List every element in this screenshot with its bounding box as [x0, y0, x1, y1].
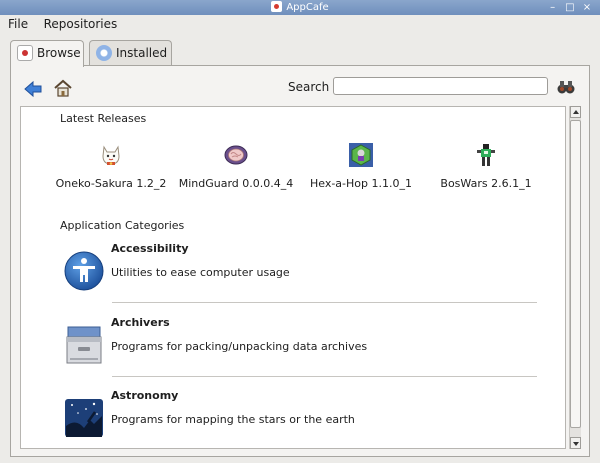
category-name: Archivers — [111, 316, 170, 329]
tab-browse[interactable]: Browse — [10, 40, 84, 67]
release-name: MindGuard 0.0.0.4_4 — [178, 177, 294, 190]
category-description: Programs for mapping the stars or the ea… — [111, 413, 355, 426]
archive-icon — [64, 325, 104, 365]
category-description: Utilities to ease computer usage — [111, 266, 290, 279]
back-arrow-icon — [24, 80, 42, 98]
category-archivers[interactable]: Archivers Programs for packing/unpacking… — [64, 316, 544, 376]
title-bar[interactable]: AppCafe – □ × — [0, 0, 600, 15]
vertical-scrollbar[interactable] — [569, 106, 581, 449]
menu-file[interactable]: File — [0, 15, 32, 33]
release-item-mindguard[interactable]: MindGuard 0.0.0.4_4 — [171, 142, 301, 190]
search-label: Search — [288, 80, 330, 94]
release-item-boswars[interactable]: BosWars 2.6.1_1 — [421, 142, 551, 190]
scroll-up-button[interactable] — [570, 106, 581, 118]
appcafe-window: AppCafe – □ × File Repositories Browse I… — [0, 0, 600, 463]
search-button[interactable] — [556, 78, 576, 96]
browse-panel: Search Latest Releases Oneko-Sakura 1.2_… — [10, 65, 590, 457]
content-area: Latest Releases Oneko-Sakura 1.2_2 MindG… — [20, 106, 566, 449]
browse-icon — [17, 45, 33, 61]
menu-repositories[interactable]: Repositories — [36, 15, 122, 33]
close-button[interactable]: × — [580, 0, 594, 15]
brain-icon — [223, 142, 249, 168]
maximize-button[interactable]: □ — [563, 0, 577, 15]
release-item-oneko-sakura[interactable]: Oneko-Sakura 1.2_2 — [46, 142, 176, 190]
category-name: Astronomy — [111, 389, 179, 402]
latest-releases-title: Latest Releases — [60, 112, 147, 125]
appcafe-icon — [271, 1, 283, 12]
tab-installed-label: Installed — [116, 46, 168, 60]
binoculars-icon — [557, 81, 575, 94]
tab-browse-label: Browse — [37, 46, 81, 60]
cat-icon — [98, 142, 124, 168]
accessibility-icon — [64, 251, 104, 291]
window-title: AppCafe — [286, 2, 329, 13]
release-name: Hex-a-Hop 1.1.0_1 — [309, 177, 412, 190]
scroll-down-button[interactable] — [570, 437, 581, 449]
category-description: Programs for packing/unpacking data arch… — [111, 340, 368, 353]
minimize-button[interactable]: – — [546, 0, 560, 15]
release-item-hex-a-hop[interactable]: Hex-a-Hop 1.1.0_1 — [296, 142, 426, 190]
category-accessibility[interactable]: Accessibility Utilities to ease computer… — [64, 242, 544, 302]
hex-a-hop-icon — [348, 142, 374, 168]
home-button[interactable] — [53, 78, 73, 98]
scroll-thumb[interactable] — [570, 120, 581, 428]
menu-bar: File Repositories — [0, 15, 600, 33]
robot-icon — [473, 142, 499, 168]
category-divider — [112, 302, 537, 303]
application-categories-title: Application Categories — [60, 219, 185, 232]
release-name: Oneko-Sakura 1.2_2 — [55, 177, 167, 190]
category-divider — [112, 376, 537, 377]
astronomy-icon — [64, 398, 104, 438]
search-input[interactable] — [333, 77, 548, 95]
home-icon — [54, 79, 72, 97]
category-name: Accessibility — [111, 242, 189, 255]
installed-icon — [96, 45, 112, 61]
back-button[interactable] — [23, 79, 43, 99]
category-astronomy[interactable]: Astronomy Programs for mapping the stars… — [64, 389, 544, 448]
tab-installed[interactable]: Installed — [89, 40, 172, 65]
release-name: BosWars 2.6.1_1 — [440, 177, 532, 190]
